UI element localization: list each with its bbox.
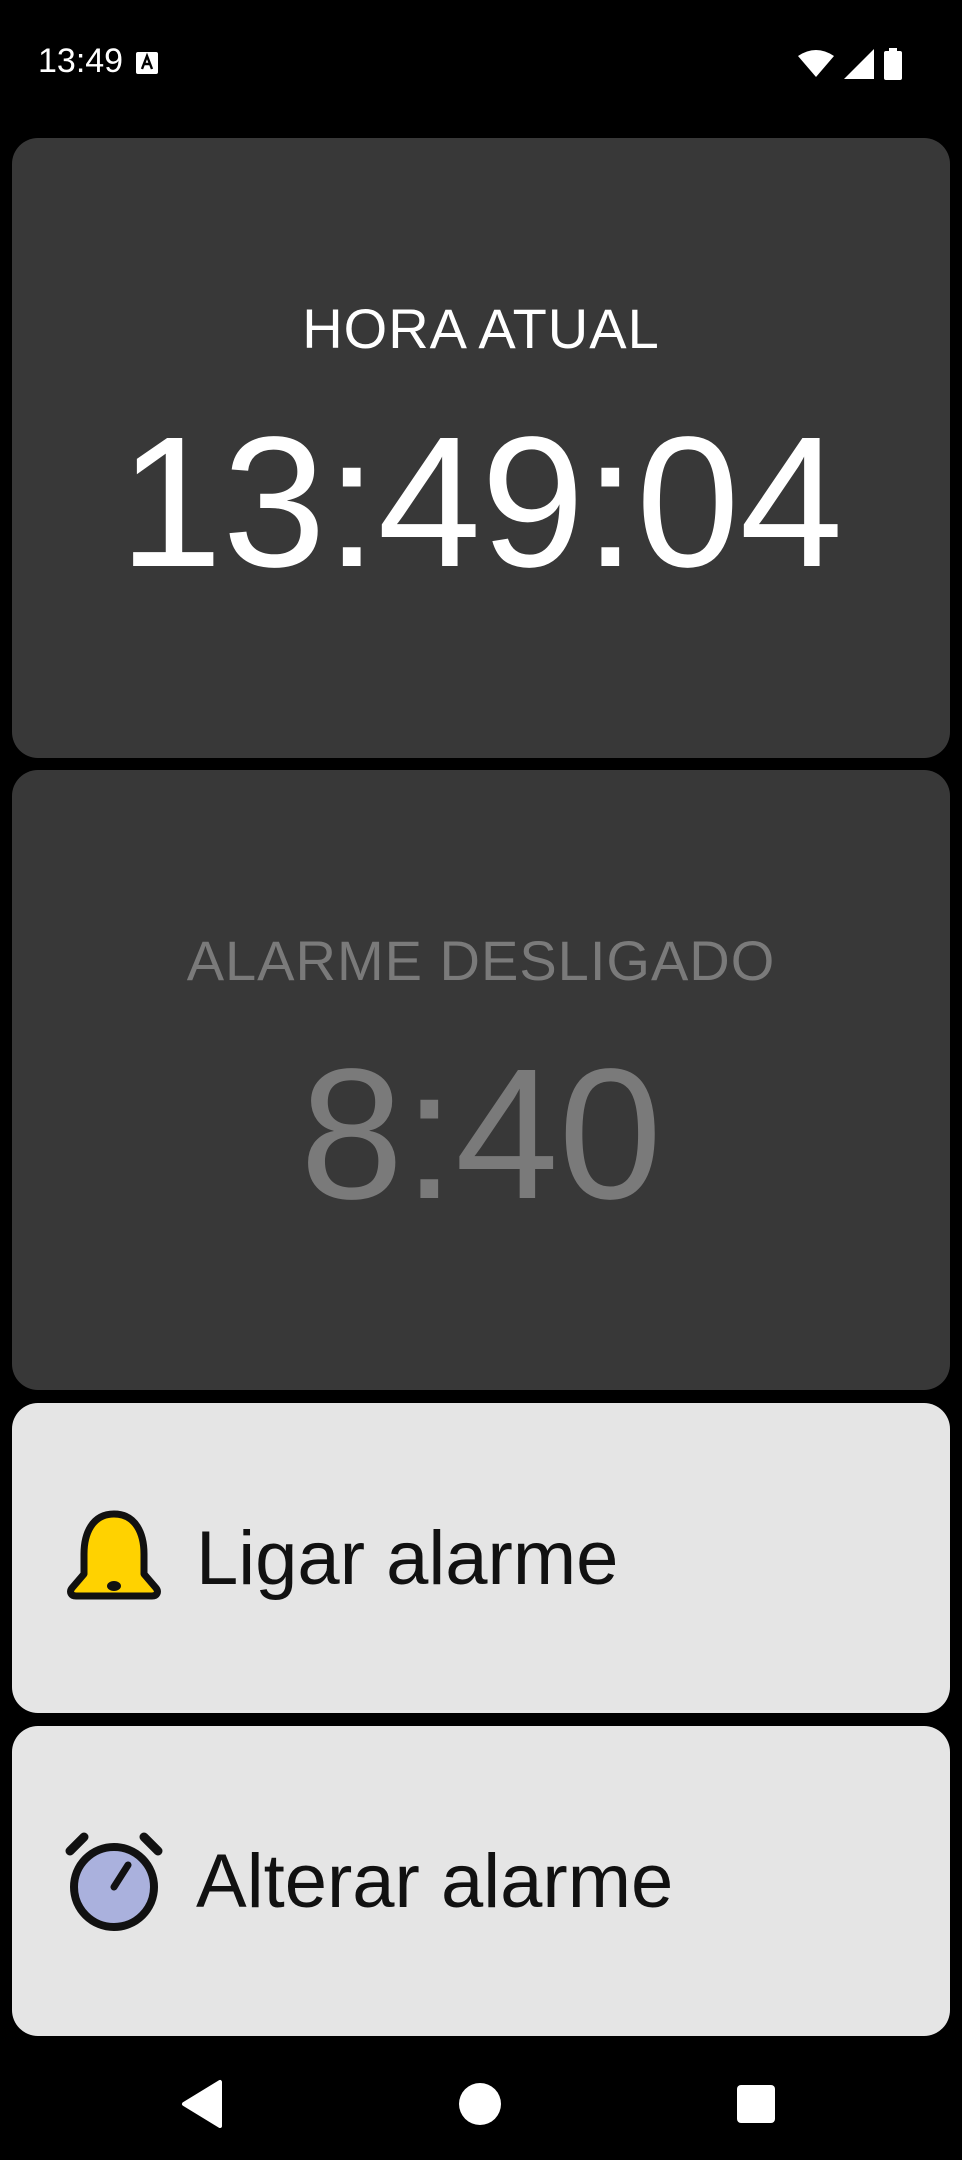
app-notification-icon xyxy=(136,52,158,74)
status-bar: 13:49 xyxy=(0,0,962,130)
status-icons xyxy=(798,48,902,80)
current-time-caption: HORA ATUAL xyxy=(302,297,660,360)
current-time-display: 13:49:04 xyxy=(118,399,844,606)
toggle-alarm-label: Ligar alarme xyxy=(196,1516,619,1601)
alarm-clock-icon xyxy=(65,1832,163,1931)
current-time-card: HORA ATUAL 13:49:04 xyxy=(12,138,950,758)
battery-icon xyxy=(884,48,902,80)
change-alarm-button[interactable]: Alterar alarme xyxy=(12,1726,950,2036)
alarm-status-card: ALARME DESLIGADO 8:40 xyxy=(12,770,950,1390)
toggle-alarm-button[interactable]: Ligar alarme xyxy=(12,1403,950,1713)
home-icon[interactable] xyxy=(450,2074,510,2134)
alarm-status-caption: ALARME DESLIGADO xyxy=(186,929,776,992)
change-alarm-label: Alterar alarme xyxy=(196,1839,674,1924)
recents-icon[interactable] xyxy=(726,2074,786,2134)
signal-icon xyxy=(844,49,874,79)
bell-icon xyxy=(67,1510,161,1600)
wifi-icon xyxy=(798,50,834,77)
navigation-bar xyxy=(0,2040,962,2160)
back-icon[interactable] xyxy=(174,2074,234,2134)
status-time: 13:49 xyxy=(38,42,124,80)
alarm-time-display: 8:40 xyxy=(299,1031,662,1238)
